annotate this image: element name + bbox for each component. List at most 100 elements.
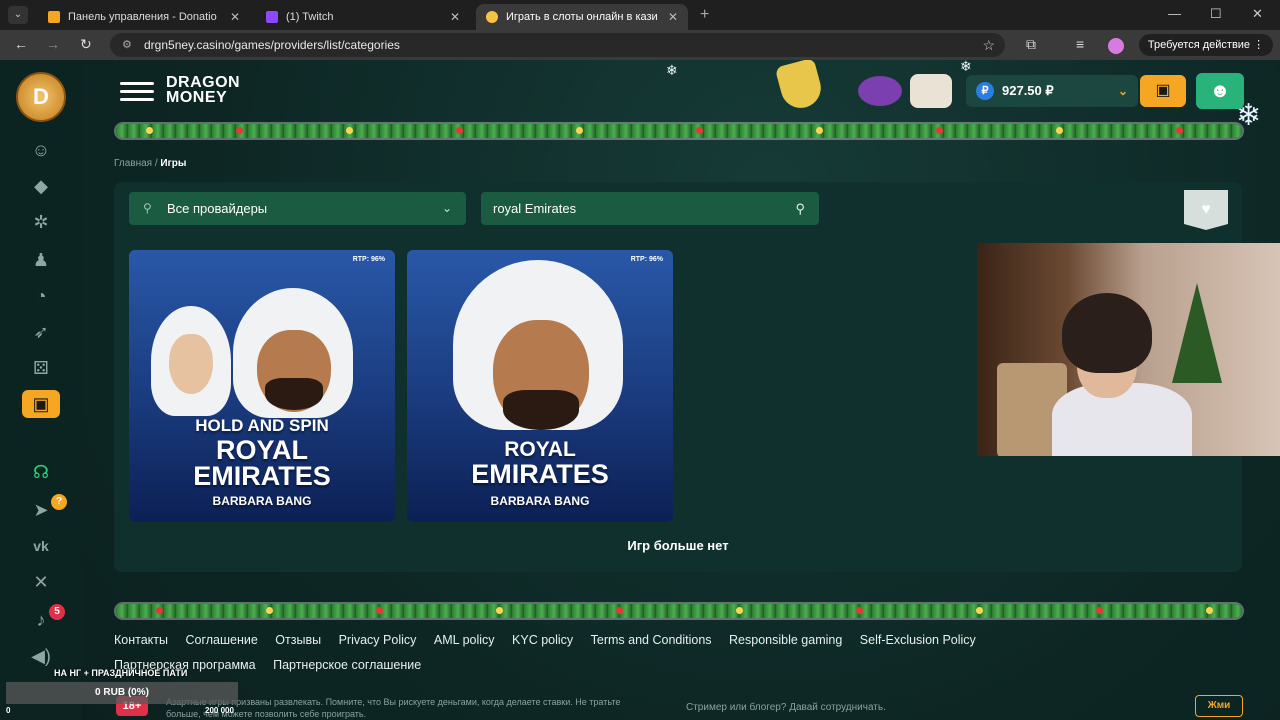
chevron-down-icon: ⌄ [1117, 84, 1128, 98]
rtp-label: RTP: 96% [630, 256, 663, 263]
support-headset-icon[interactable]: ☊ [26, 460, 56, 484]
brand-line1: DRAGON [166, 74, 241, 91]
chevron-down-icon: ⌄ [441, 201, 452, 215]
media-control-icon[interactable]: ≡ [1076, 36, 1084, 52]
footer-link-reviews[interactable]: Отзывы [275, 628, 321, 653]
ruble-icon: ₽ [976, 82, 994, 100]
favorites-button[interactable]: ♥ [1184, 190, 1228, 230]
footer-link-aml-policy[interactable]: AML policy [434, 628, 495, 653]
game-card-royal-emirates[interactable]: RTP: 96% ROYAL EMIRATES BARBARA BANG [407, 250, 673, 522]
browser-toolbar: ← → ↻ ⚙ drgn5ney.casino/games/providers/… [0, 30, 1280, 60]
footer-link-contacts[interactable]: Контакты [114, 628, 168, 653]
sound-icon[interactable]: ◀) [26, 644, 56, 668]
extensions-icon[interactable]: ⧉ [1026, 36, 1036, 53]
maximize-icon[interactable]: ☐ [1210, 6, 1222, 22]
man-beard-image [265, 378, 323, 410]
partner-press-button[interactable]: Жми [1195, 695, 1243, 717]
balance-dropdown[interactable]: ₽ 927.50 ₽ ⌄ [966, 75, 1138, 107]
rtp-label: RTP: 96% [352, 256, 385, 263]
minimize-icon[interactable]: — [1168, 6, 1181, 21]
user-icon[interactable]: ♟ [26, 248, 56, 272]
bookmark-star-icon[interactable]: ☆ [982, 33, 995, 57]
gift-box-icon[interactable] [910, 74, 952, 108]
smile-icon[interactable]: ☺ [26, 138, 56, 162]
garland-decoration [116, 124, 1242, 138]
site-info-icon[interactable]: ⚙ [122, 33, 132, 57]
tab-search-button[interactable]: ⌄ [8, 6, 28, 24]
wallet-button[interactable]: ▣ [1140, 75, 1186, 107]
footer-link-privacy-policy[interactable]: Privacy Policy [339, 628, 417, 653]
slots-icon[interactable]: ▣ [22, 390, 60, 418]
sidebar: D ☺ ◆ ✲ ♟ ◔ ➶ ⚄ ▣ ☊ ➤ ? vk ✕ ♪ 5 ◀) [0, 60, 82, 720]
back-arrow-icon[interactable]: ← [14, 36, 28, 52]
game-card-hold-and-spin-royal-emirates[interactable]: RTP: 96% HOLD AND SPIN ROYAL EMIRATES BA… [129, 250, 395, 522]
url-text: drgn5ney.casino/games/providers/list/cat… [144, 38, 400, 52]
footer-link-agreement[interactable]: Соглашение [185, 628, 257, 653]
garland-decoration [116, 604, 1242, 618]
tab-title: (1) Twitch [286, 11, 334, 23]
avatar-face-icon: ☻ [1209, 80, 1231, 102]
footer-link-kyc-policy[interactable]: KYC policy [512, 628, 573, 653]
x-twitter-icon[interactable]: ✕ [26, 570, 56, 594]
window-close-icon[interactable]: ✕ [1252, 6, 1263, 22]
streamer-hair-image [1062, 293, 1152, 373]
snowflake-icon: ❄ [666, 62, 678, 78]
close-icon[interactable]: ✕ [668, 10, 678, 24]
notifications-badge: 5 [49, 604, 65, 620]
snowflake-icon: ❄ [960, 60, 972, 74]
dragon-logo-icon[interactable]: D [16, 72, 66, 122]
user-avatar[interactable]: ☻ [1196, 73, 1244, 109]
breadcrumb-separator: / [154, 158, 158, 169]
rocket-icon[interactable]: ➶ [26, 320, 56, 344]
game-provider: BARBARA BANG [212, 494, 312, 508]
streamer-webcam [977, 243, 1280, 456]
vk-icon[interactable]: vk [26, 534, 56, 558]
donation-goal-title: НА НГ + ПРАЗДНИЧНОЕ ПАТИ [54, 668, 188, 678]
casino-favicon-icon [486, 11, 498, 23]
footer-link-partner-agreement[interactable]: Партнерское соглашение [273, 653, 421, 678]
search-icon: ⚲ [143, 201, 152, 215]
promo-car-icon[interactable] [858, 76, 902, 106]
browser-tab-twitch[interactable]: (1) Twitch ✕ [256, 4, 470, 30]
game-title-line1: HOLD AND SPIN [195, 416, 329, 435]
address-bar[interactable]: ⚙ drgn5ney.casino/games/providers/list/c… [110, 33, 1005, 57]
close-icon[interactable]: ✕ [230, 10, 240, 24]
gauge-icon[interactable]: ◔ [26, 284, 56, 308]
browser-tab-casino[interactable]: Играть в слоты онлайн в кази ✕ [476, 4, 688, 30]
heart-icon: ♥ [1201, 201, 1211, 218]
profile-avatar-icon[interactable] [1108, 38, 1124, 54]
donation-goal-bar: 0 RUB (0%) [6, 682, 238, 704]
game-title-line2: ROYAL [215, 435, 309, 465]
close-icon[interactable]: ✕ [450, 10, 460, 24]
man-beard-image [503, 390, 579, 430]
dice-icon[interactable]: ⚄ [26, 356, 56, 380]
breadcrumb-home[interactable]: Главная [114, 158, 152, 169]
bug-icon[interactable]: ✲ [26, 210, 56, 234]
tab-title: Панель управления - Donatio [68, 11, 217, 23]
browser-tab-donation[interactable]: Панель управления - Donatio ✕ [38, 4, 250, 30]
action-required-button[interactable]: Требуется действие ⋮ [1139, 34, 1273, 56]
footer-link-responsible-gaming[interactable]: Responsible gaming [729, 628, 842, 653]
balance-amount: 927.50 ₽ [1002, 83, 1054, 98]
footer-links: Контакты Соглашение Отзывы Privacy Polic… [114, 628, 1114, 678]
casino-page: ❄ ❄ ❄ D ☺ ◆ ✲ ♟ ◔ ➶ ⚄ ▣ ☊ ➤ ? vk ✕ ♪ 5 ◀… [0, 60, 1280, 720]
woman-face-image [169, 334, 213, 394]
donation-goal-max: 200 000 [205, 706, 234, 715]
footer-link-terms[interactable]: Terms and Conditions [591, 628, 712, 653]
menu-hamburger-icon[interactable] [120, 82, 154, 102]
search-icon[interactable]: ⚲ [795, 192, 805, 225]
game-provider: BARBARA BANG [490, 494, 590, 508]
forward-arrow-icon[interactable]: → [46, 36, 60, 52]
ticket-icon[interactable]: ◆ [26, 174, 56, 198]
partner-cta-text: Стример или блогер? Давай сотрудничать. [686, 702, 886, 713]
reload-icon[interactable]: ↻ [80, 36, 92, 53]
tab-title: Играть в слоты онлайн в кази [506, 11, 658, 23]
breadcrumb-current: Игры [160, 158, 187, 169]
game-search-input[interactable]: royal Emirates ⚲ [481, 192, 819, 225]
new-tab-icon[interactable]: + [700, 6, 709, 24]
footer-link-self-exclusion[interactable]: Self-Exclusion Policy [860, 628, 976, 653]
search-value: royal Emirates [493, 201, 577, 216]
brand-logo[interactable]: DRAGON MONEY [166, 74, 241, 106]
provider-select-value: Все провайдеры [167, 201, 268, 216]
provider-select[interactable]: ⚲ Все провайдеры ⌄ [129, 192, 466, 225]
